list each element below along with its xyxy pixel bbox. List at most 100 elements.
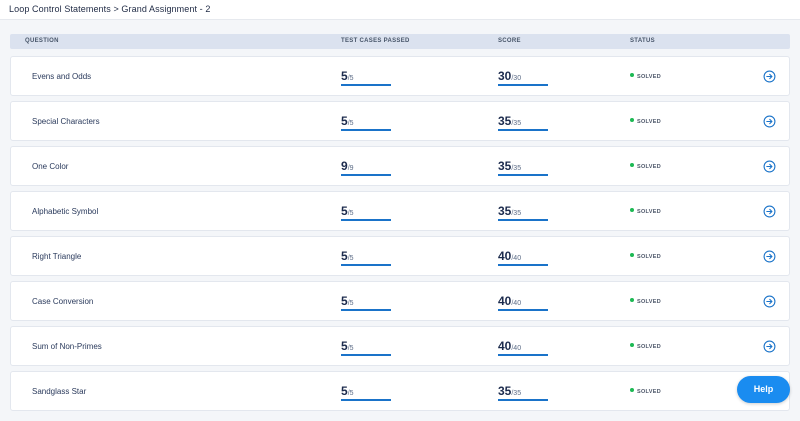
test-cases-metric: 9/9 [341,157,393,177]
status-label: SOLVED [637,119,662,125]
breadcrumb-separator: > [110,4,122,14]
status-dot-icon [630,388,634,392]
table-row[interactable]: Alphabetic Symbol 5/5 35/35 SOLVED [10,191,790,231]
status-badge: SOLVED [630,208,661,215]
arrow-right-circle-icon[interactable] [763,160,776,173]
test-cases-metric: 5/5 [341,202,393,222]
status-dot-icon [630,208,634,212]
status-label: SOLVED [637,299,662,305]
score-progress-bar [498,354,548,356]
breadcrumb: Loop Control Statements > Grand Assignme… [9,4,210,14]
arrow-right-circle-icon[interactable] [763,250,776,263]
score-total: /40 [511,345,522,352]
question-title[interactable]: Right Triangle [32,252,81,261]
score-metric: 40/40 [498,292,550,312]
score-metric: 40/40 [498,247,550,267]
score-progress-bar [498,264,548,266]
question-title[interactable]: One Color [32,162,68,171]
score-metric: 40/40 [498,337,550,357]
tests-passed: 9 [341,159,348,173]
status-dot-icon [630,343,634,347]
tests-progress-bar [341,174,391,176]
score-value: 40 [498,339,512,353]
score-value: 35 [498,114,512,128]
header-question: QUESTION [25,38,59,44]
test-cases-metric: 5/5 [341,382,393,402]
header-score: SCORE [498,38,521,44]
status-badge: SOLVED [630,73,661,80]
tests-total: /5 [347,75,354,82]
score-progress-bar [498,129,548,131]
table-row[interactable]: Special Characters 5/5 35/35 SOLVED [10,101,790,141]
score-value: 30 [498,69,512,83]
question-title[interactable]: Case Conversion [32,297,93,306]
test-cases-metric: 5/5 [341,247,393,267]
test-cases-metric: 5/5 [341,67,393,87]
tests-progress-bar [341,129,391,131]
tests-total: /5 [347,345,354,352]
score-value: 40 [498,294,512,308]
score-total: /40 [511,300,522,307]
tests-total: /5 [347,255,354,262]
table-row[interactable]: Sum of Non-Primes 5/5 40/40 SOLVED [10,326,790,366]
arrow-right-circle-icon[interactable] [763,295,776,308]
score-value: 35 [498,159,512,173]
status-dot-icon [630,163,634,167]
score-metric: 35/35 [498,112,550,132]
tests-progress-bar [341,309,391,311]
question-title[interactable]: Special Characters [32,117,100,126]
question-title[interactable]: Sandglass Star [32,387,86,396]
question-title[interactable]: Sum of Non-Primes [32,342,102,351]
table-row[interactable]: Case Conversion 5/5 40/40 SOLVED [10,281,790,321]
tests-total: /9 [347,165,354,172]
header-status: STATUS [630,38,655,44]
tests-passed: 5 [341,294,348,308]
tests-passed: 5 [341,339,348,353]
score-total: /35 [511,390,522,397]
score-total: /30 [511,75,522,82]
arrow-right-circle-icon[interactable] [763,205,776,218]
score-value: 35 [498,204,512,218]
help-button[interactable]: Help [737,376,790,403]
status-label: SOLVED [637,254,662,260]
score-metric: 30/30 [498,67,550,87]
tests-passed: 5 [341,249,348,263]
table-row[interactable]: One Color 9/9 35/35 SOLVED [10,146,790,186]
table-row[interactable]: Evens and Odds 5/5 30/30 SOLVED [10,56,790,96]
test-cases-metric: 5/5 [341,292,393,312]
header-test-cases: TEST CASES PASSED [341,38,410,44]
tests-progress-bar [341,84,391,86]
test-cases-metric: 5/5 [341,337,393,357]
score-metric: 35/35 [498,157,550,177]
tests-passed: 5 [341,384,348,398]
arrow-right-circle-icon[interactable] [763,340,776,353]
table-row[interactable]: Right Triangle 5/5 40/40 SOLVED [10,236,790,276]
status-label: SOLVED [637,74,662,80]
score-metric: 35/35 [498,202,550,222]
breadcrumb-parent[interactable]: Loop Control Statements [9,4,111,14]
status-label: SOLVED [637,164,662,170]
table-header: QUESTION TEST CASES PASSED SCORE STATUS [10,34,790,49]
question-title[interactable]: Alphabetic Symbol [32,207,98,216]
status-dot-icon [630,253,634,257]
tests-progress-bar [341,354,391,356]
score-metric: 35/35 [498,382,550,402]
arrow-right-circle-icon[interactable] [763,70,776,83]
breadcrumb-current: Grand Assignment - 2 [121,4,211,14]
table-row[interactable]: Sandglass Star 5/5 35/35 SOLVED [10,371,790,411]
score-progress-bar [498,84,548,86]
score-value: 35 [498,384,512,398]
tests-progress-bar [341,219,391,221]
score-total: /35 [511,120,522,127]
status-label: SOLVED [637,344,662,350]
score-total: /35 [511,165,522,172]
score-total: /35 [511,210,522,217]
score-progress-bar [498,219,548,221]
arrow-right-circle-icon[interactable] [763,115,776,128]
question-title[interactable]: Evens and Odds [32,72,91,81]
tests-total: /5 [347,390,354,397]
tests-total: /5 [347,210,354,217]
status-label: SOLVED [637,389,662,395]
status-badge: SOLVED [630,118,661,125]
status-dot-icon [630,298,634,302]
